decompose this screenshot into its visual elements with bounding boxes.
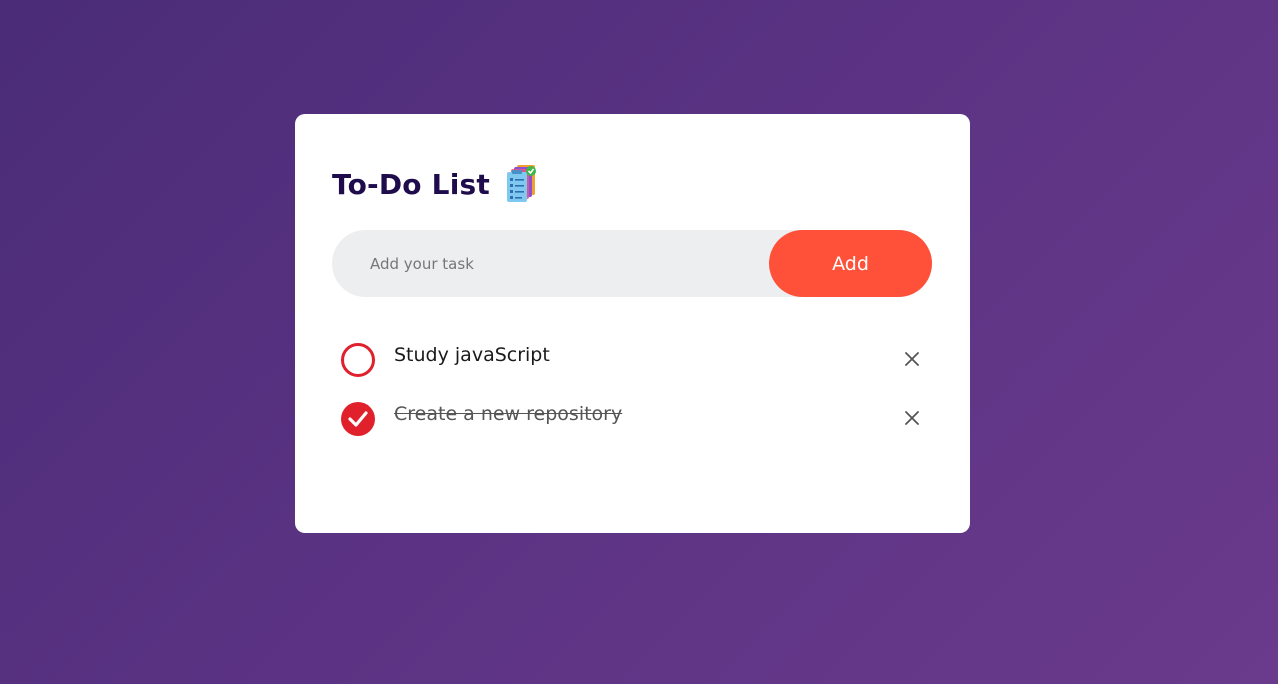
clipboard-checklist-icon [504,164,538,204]
task-input[interactable] [332,230,762,297]
task-text[interactable]: Study javaScript [394,341,550,369]
task-input-row: Add [332,230,932,297]
app-title: To-Do List [332,167,490,201]
title-row: To-Do List [332,162,538,206]
list-item[interactable]: Study javaScript [341,341,926,400]
checked-circle-icon[interactable] [341,402,375,436]
task-list: Study javaScript Create a new repository [341,341,926,459]
close-icon[interactable] [898,345,926,373]
task-text[interactable]: Create a new repository [394,400,622,428]
todo-card: To-Do List Add your task Add Study javaS… [295,114,970,533]
list-item[interactable]: Create a new repository [341,400,926,459]
close-icon[interactable] [898,404,926,432]
unchecked-circle-icon[interactable] [341,343,375,377]
add-button[interactable]: Add [769,230,932,297]
